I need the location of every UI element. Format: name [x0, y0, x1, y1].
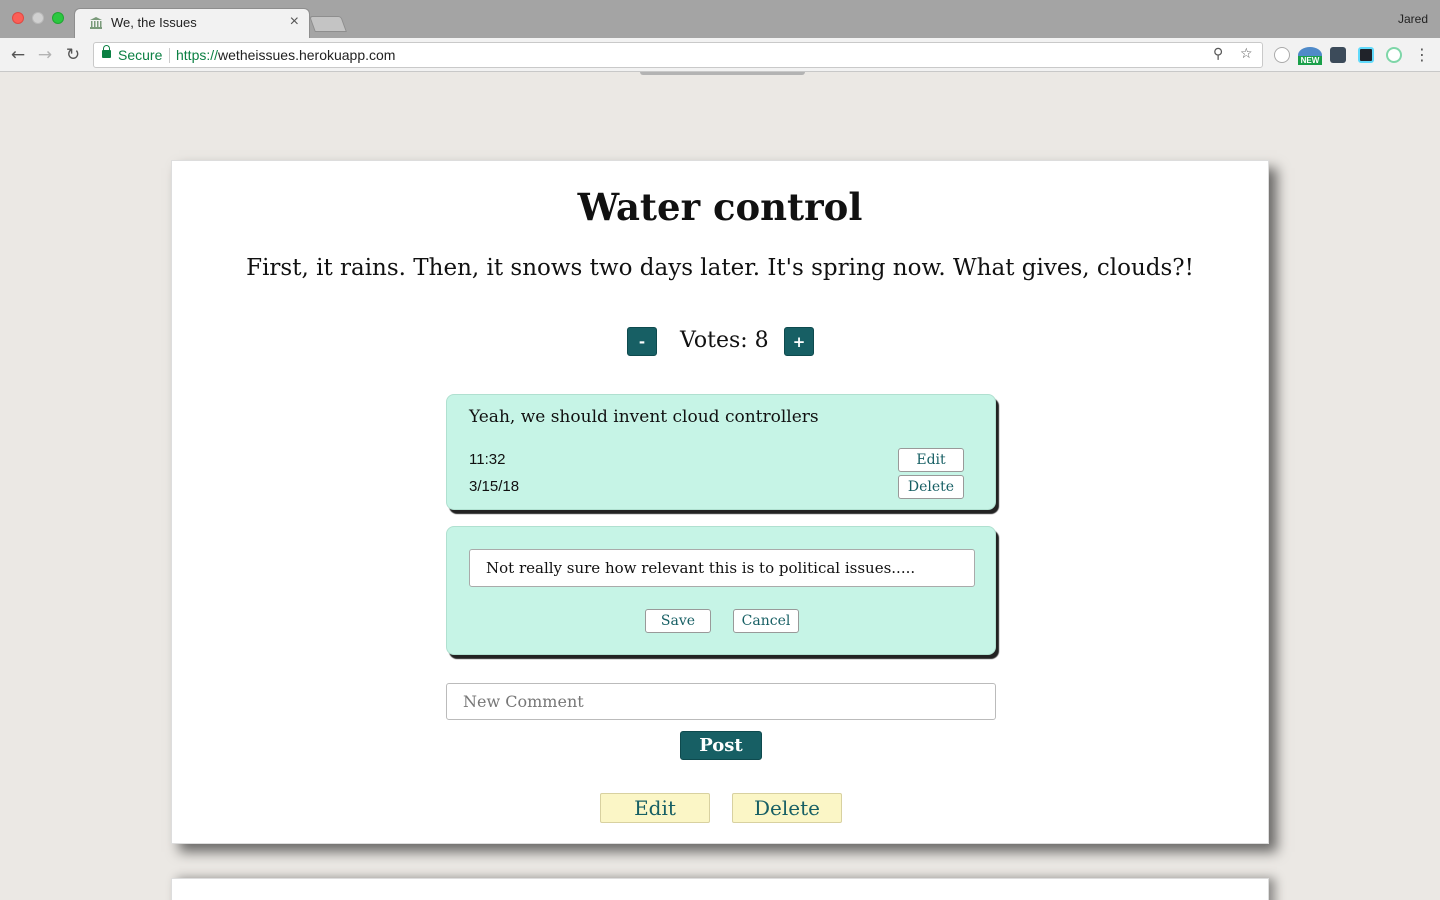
new-comment-input[interactable] — [446, 683, 996, 720]
comment-edit-input[interactable] — [469, 549, 975, 587]
extension-new-icon[interactable]: NEW — [1298, 47, 1322, 65]
extension-new-badge: NEW — [1298, 56, 1322, 65]
tab-title: We, the Issues — [111, 15, 197, 30]
comment-time: 11:32 — [469, 451, 506, 468]
tab-close-icon[interactable]: × — [290, 13, 299, 31]
issue-title: Water control — [577, 185, 863, 229]
capitol-building-icon — [90, 17, 102, 29]
star-icon[interactable]: ☆ — [1240, 46, 1253, 62]
omnibox-divider — [169, 48, 170, 63]
new-tab-button[interactable] — [309, 16, 347, 32]
secure-label: Secure — [118, 47, 163, 63]
url-host: wetheissues.herokuapp.com — [218, 47, 396, 63]
previous-card-edge — [640, 72, 805, 75]
post-comment-button[interactable]: Post — [680, 731, 762, 760]
close-window-button[interactable] — [12, 12, 24, 24]
zoom-icon[interactable]: ⚲ — [1213, 46, 1223, 62]
profile-name[interactable]: Jared — [1398, 12, 1428, 26]
comment-date: 3/15/18 — [469, 478, 520, 495]
issue-card: Water control First, it rains. Then, it … — [171, 160, 1269, 844]
next-issue-card — [171, 878, 1269, 900]
comment-edit-card: Save Cancel — [446, 526, 996, 655]
issue-edit-button[interactable]: Edit — [600, 793, 710, 823]
comment-save-button[interactable]: Save — [645, 609, 711, 633]
react-devtools-icon[interactable] — [1358, 47, 1374, 63]
reload-icon[interactable]: ↻ — [62, 44, 84, 66]
lock-icon — [102, 45, 111, 58]
upvote-button[interactable]: + — [784, 327, 814, 356]
browser-toolbar: ← → ↻ Secure https://wetheissues.herokua… — [0, 38, 1440, 72]
comment-text: Yeah, we should invent cloud controllers — [469, 407, 819, 427]
vote-count: Votes: 8 — [680, 328, 769, 353]
comment-edit-button[interactable]: Edit — [898, 448, 964, 472]
browser-tab-bar: We, the Issues × Jared — [0, 0, 1440, 38]
downvote-button[interactable]: - — [627, 327, 657, 356]
back-icon[interactable]: ← — [7, 44, 29, 66]
browser-menu-icon[interactable]: ⋮ — [1411, 44, 1433, 66]
browser-tab[interactable]: We, the Issues × — [74, 8, 310, 38]
address-bar[interactable]: Secure https://wetheissues.herokuapp.com… — [93, 42, 1263, 68]
comment-delete-button[interactable]: Delete — [898, 475, 964, 499]
extension-ring-icon[interactable] — [1386, 47, 1402, 63]
comment-cancel-button[interactable]: Cancel — [733, 609, 799, 633]
url-scheme: https:// — [176, 47, 219, 63]
extension-dots-icon[interactable] — [1330, 47, 1346, 63]
minimize-window-button[interactable] — [32, 12, 44, 24]
forward-icon[interactable]: → — [34, 44, 56, 66]
url-text[interactable]: https://wetheissues.herokuapp.com — [176, 47, 395, 63]
extension-circle-icon[interactable] — [1274, 47, 1290, 63]
comment-card: Yeah, we should invent cloud controllers… — [446, 394, 996, 510]
issue-delete-button[interactable]: Delete — [732, 793, 842, 823]
issue-body: First, it rains. Then, it snows two days… — [246, 255, 1194, 281]
maximize-window-button[interactable] — [52, 12, 64, 24]
